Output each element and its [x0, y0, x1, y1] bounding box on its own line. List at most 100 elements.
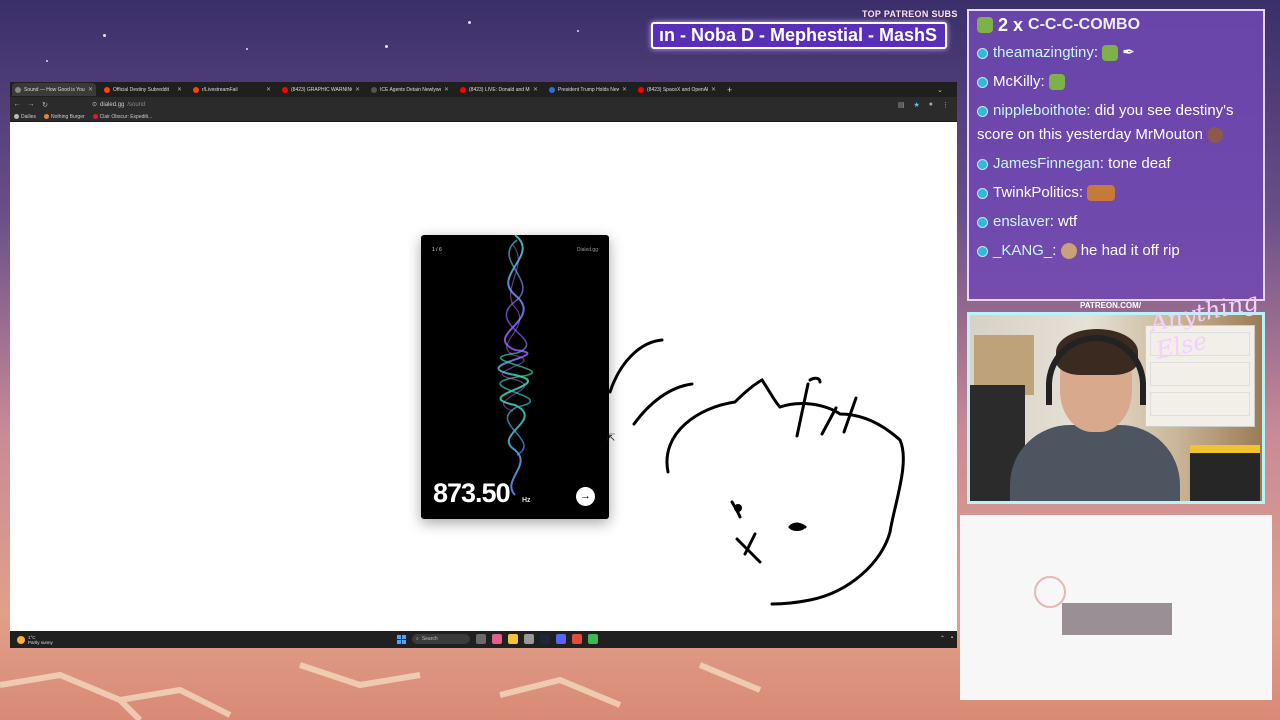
bookmark-star-icon[interactable]: ★: [913, 101, 919, 109]
tab-label: (8423) GRAPHIC WARNING: Yo...: [291, 86, 352, 93]
bookmark-favicon: [44, 114, 50, 119]
app-icon[interactable]: [524, 634, 534, 644]
youtube-icon: [282, 86, 288, 93]
close-icon[interactable]: ✕: [533, 86, 538, 93]
page-content: 1 / 6 Dialed.gg 873.50 Hz → ⇱: [10, 122, 957, 631]
menu-icon[interactable]: ⋮: [942, 101, 949, 109]
sub-badge-icon: [977, 76, 988, 88]
sub-badge-icon: [977, 158, 988, 170]
tab-bar: Sound — How Good is You... ✕ Official Des…: [10, 82, 957, 97]
bookmark-dailies[interactable]: Dailies: [14, 114, 36, 120]
tab-label: Sound — How Good is You...: [24, 86, 85, 93]
bookmark-clair-obscur[interactable]: Clair Obscur: Expediti...: [92, 113, 153, 120]
tab-label: r/LivestreamFail: [202, 86, 238, 93]
bookmark-nothing-burger[interactable]: Nothing Burger: [44, 114, 85, 120]
bookmark-label: Clair Obscur: Expediti...: [99, 113, 153, 120]
combo-count: 2 x: [998, 15, 1024, 35]
tab-label: ICE Agents Detain Newlywed S...: [380, 86, 441, 93]
close-icon[interactable]: ✕: [88, 86, 93, 93]
steam-icon[interactable]: [540, 634, 550, 644]
task-view-icon[interactable]: [476, 634, 486, 644]
chat-username: enslaver: [993, 213, 1050, 230]
tab-youtube-live[interactable]: (8423) LIVE: Donald and Melan...✕: [457, 83, 541, 96]
chevron-up-icon[interactable]: ⌃: [940, 635, 945, 642]
close-icon[interactable]: ✕: [266, 86, 271, 93]
tab-favicon: [15, 86, 21, 93]
weather-sun-icon: [17, 635, 25, 644]
tab-label: Official Destiny Subreddit: [113, 86, 170, 93]
tab-destiny-subreddit[interactable]: Official Destiny Subreddit ✕: [101, 83, 185, 96]
chat-username: McKilly: [993, 73, 1041, 90]
tab-sound[interactable]: Sound — How Good is You... ✕: [12, 83, 96, 96]
site-info-icon[interactable]: ⊙: [92, 101, 97, 108]
pepe-emote-icon: [1102, 45, 1119, 62]
back-icon[interactable]: ←: [10, 101, 24, 108]
browser-toolbar: ← → ↻ ⊙ dialed.gg/sound ▤ ★ ● ⋮: [10, 97, 957, 112]
chat-message: McKilly:: [977, 70, 1255, 94]
tab-label: (8423) LIVE: Donald and Melan...: [469, 86, 530, 93]
news-icon: [371, 86, 377, 93]
chrome-icon[interactable]: [572, 634, 582, 644]
close-icon[interactable]: ✕: [177, 86, 182, 93]
chat-text: wtf: [1053, 213, 1078, 230]
chat-text: tone deaf: [1103, 155, 1171, 172]
windows-start-icon[interactable]: [397, 634, 406, 644]
chat-username: nippleboithote: [993, 102, 1087, 119]
close-icon[interactable]: ✕: [711, 86, 716, 93]
alert-image: [1062, 603, 1172, 635]
chat-message: _KANG_: he had it off rip: [977, 239, 1255, 263]
app-icon[interactable]: [588, 634, 598, 644]
image-emote-icon: [1087, 185, 1116, 202]
system-tray: ⌃ ▪: [940, 635, 953, 642]
chat-text: he had it off rip: [1076, 242, 1180, 259]
webcam-bag: [1190, 445, 1260, 501]
taskbar-search[interactable]: ⌕ Search: [412, 634, 470, 644]
chat-message: JamesFinnegan: tone deaf: [977, 152, 1255, 176]
tab-ice-agents[interactable]: ICE Agents Detain Newlywed S...✕: [368, 83, 452, 96]
sub-badge-icon: [977, 216, 988, 228]
chat-overlay: 2 x C-C-C-COMBO theamazingtiny: ✒ McKill…: [967, 9, 1265, 301]
cat-doodle: [608, 338, 905, 606]
file-explorer-icon[interactable]: [508, 634, 518, 644]
address-bar[interactable]: ⊙ dialed.gg/sound: [92, 101, 145, 109]
close-icon[interactable]: ✕: [622, 86, 627, 93]
bookmark-label: Dailies: [21, 113, 37, 120]
search-label: Search: [421, 636, 438, 642]
tab-trump-news[interactable]: President Trump Holds News C...✕: [546, 83, 630, 96]
extension-icon[interactable]: ●: [929, 101, 933, 109]
background-cracks: [0, 662, 762, 720]
sub-badge-icon: [977, 105, 988, 117]
news-icon: [549, 86, 555, 93]
chat-username: theamazingtiny: [993, 44, 1094, 61]
dresser-drawer: [1150, 392, 1250, 416]
search-icon: ⌕: [416, 636, 419, 642]
chat-username: TwinkPolitics: [993, 184, 1079, 201]
discord-icon[interactable]: [556, 634, 566, 644]
reader-icon[interactable]: ▤: [898, 101, 905, 109]
reddit-icon: [104, 86, 110, 93]
new-tab-icon[interactable]: +: [727, 85, 732, 95]
tab-youtube-graphic[interactable]: (8423) GRAPHIC WARNING: Yo...✕: [279, 83, 363, 96]
reload-icon[interactable]: ↻: [38, 101, 52, 109]
patreon-subs-marquee: ın - Noba D - Mephestial - MashS: [651, 22, 947, 49]
youtube-icon: [638, 86, 644, 93]
weather-widget[interactable]: 1°C Partly sunny: [17, 635, 53, 645]
forward-icon[interactable]: →: [24, 101, 38, 108]
bookmark-favicon: [92, 114, 98, 119]
app-icon[interactable]: [492, 634, 502, 644]
pepe-emote-icon: [1048, 74, 1065, 91]
close-icon[interactable]: ✕: [444, 86, 449, 93]
chat-username: JamesFinnegan: [993, 155, 1100, 172]
reddit-icon: [193, 86, 199, 93]
close-icon[interactable]: ✕: [355, 86, 360, 93]
tab-label: (8423) SpaceX and OpenAI: [647, 86, 708, 93]
tab-spacex[interactable]: (8423) SpaceX and OpenAI ✕: [635, 83, 719, 96]
browser-window: Sound — How Good is You... ✕ Official Des…: [10, 82, 957, 648]
pepe-emote-icon: [977, 17, 993, 33]
toolbar-actions: ▤ ★ ● ⋮: [898, 101, 949, 109]
chevron-down-icon[interactable]: ⌄: [937, 86, 943, 94]
chat-message: nippleboithote: did you see destiny's sc…: [977, 102, 1234, 144]
streamer-torso: [1010, 425, 1180, 501]
tab-livestreamfail[interactable]: r/LivestreamFail ✕: [190, 83, 274, 96]
tray-icon[interactable]: ▪: [951, 635, 953, 642]
